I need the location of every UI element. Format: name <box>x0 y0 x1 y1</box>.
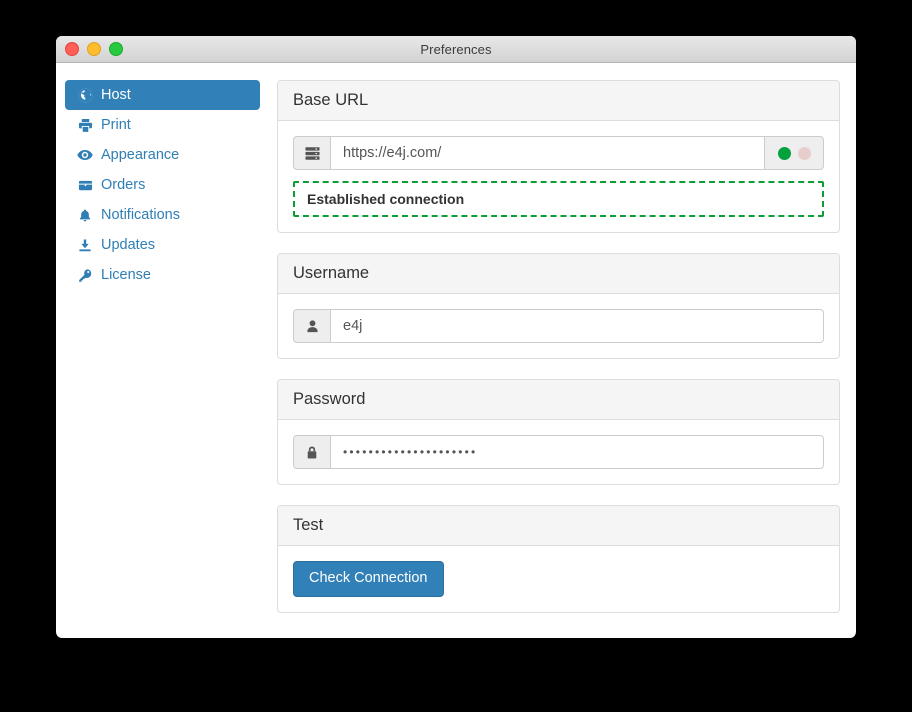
status-dot-idle <box>797 146 811 160</box>
panel-title-password: Password <box>278 380 839 420</box>
window-titlebar: Preferences <box>56 36 856 63</box>
base-url-input-group <box>293 136 824 170</box>
panel-password: Password ••••••••••••••••••••• <box>277 379 840 485</box>
server-icon <box>293 136 330 170</box>
sidebar-item-label: Host <box>101 86 131 103</box>
sidebar-item-label: Appearance <box>101 146 180 163</box>
username-input[interactable] <box>330 309 824 343</box>
eye-icon <box>77 147 93 163</box>
box-icon <box>77 177 93 193</box>
panel-test: Test Check Connection <box>277 505 840 613</box>
status-dot-connected <box>777 146 791 160</box>
panel-title-username: Username <box>278 254 839 294</box>
base-url-input[interactable] <box>330 136 764 170</box>
panel-username: Username <box>277 253 840 359</box>
sidebar-item-host[interactable]: Host <box>65 80 260 110</box>
panel-body-username <box>278 294 839 358</box>
preferences-window: Preferences Host Print Appearance Orders… <box>56 36 856 638</box>
password-input[interactable]: ••••••••••••••••••••• <box>330 435 824 469</box>
lock-icon <box>293 435 330 469</box>
user-icon <box>293 309 330 343</box>
sidebar-item-notifications[interactable]: Notifications <box>65 200 260 230</box>
panel-body-password: ••••••••••••••••••••• <box>278 420 839 484</box>
close-window-button[interactable] <box>65 42 79 56</box>
maximize-window-button[interactable] <box>109 42 123 56</box>
window-body: Host Print Appearance Orders Notificatio… <box>56 63 856 638</box>
sidebar: Host Print Appearance Orders Notificatio… <box>65 80 260 623</box>
settings-content: Base URL https://e4j.com/ Established co… <box>260 80 840 623</box>
sidebar-item-orders[interactable]: Orders <box>65 170 260 200</box>
sidebar-item-label: Updates <box>101 236 156 253</box>
download-icon <box>77 237 93 253</box>
sidebar-item-label: License <box>101 266 151 283</box>
check-connection-button[interactable]: Check Connection <box>293 561 444 597</box>
connection-status-message: Established connection <box>293 181 824 217</box>
connection-status-indicator <box>764 136 824 170</box>
panel-body-base-url: Established connection <box>278 121 839 232</box>
globe-icon <box>77 87 93 103</box>
minimize-window-button[interactable] <box>87 42 101 56</box>
username-input-group <box>293 309 824 343</box>
printer-icon <box>77 117 93 133</box>
sidebar-item-label: Print <box>101 116 131 133</box>
password-input-group: ••••••••••••••••••••• <box>293 435 824 469</box>
sidebar-item-updates[interactable]: Updates <box>65 230 260 260</box>
sidebar-item-license[interactable]: License <box>65 260 260 290</box>
window-title: Preferences <box>420 41 492 57</box>
sidebar-item-label: Orders <box>101 176 146 193</box>
window-traffic-lights <box>65 36 123 62</box>
bell-icon <box>77 207 93 223</box>
panel-title-test: Test <box>278 506 839 546</box>
panel-title-base-url: Base URL <box>278 81 839 121</box>
sidebar-item-print[interactable]: Print <box>65 110 260 140</box>
sidebar-item-label: Notifications <box>101 206 180 223</box>
sidebar-item-appearance[interactable]: Appearance <box>65 140 260 170</box>
key-icon <box>77 267 93 283</box>
panel-body-test: Check Connection <box>278 546 839 612</box>
panel-base-url: Base URL https://e4j.com/ Established co… <box>277 80 840 233</box>
